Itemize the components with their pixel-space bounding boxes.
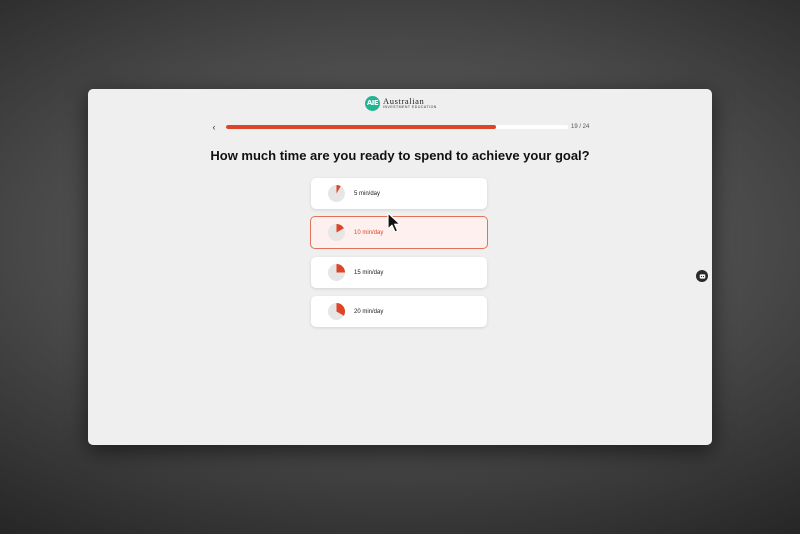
brand-logo: AIE Australian Investment Education xyxy=(365,94,437,112)
back-button[interactable]: ‹ xyxy=(209,121,219,133)
option-label: 20 min/day xyxy=(354,308,384,315)
progress-fill xyxy=(226,125,497,129)
pie-clock-icon xyxy=(328,303,345,320)
option-10-min[interactable]: 10 min/day xyxy=(310,216,488,249)
progress-bar xyxy=(226,125,568,129)
logo-title: Australian xyxy=(383,95,425,106)
pie-clock-icon xyxy=(328,224,345,241)
logo-badge: AIE xyxy=(365,95,380,111)
app-window: AIE Australian Investment Education ‹ 19… xyxy=(88,89,712,445)
pie-clock-icon xyxy=(328,264,345,281)
option-5-min[interactable]: 5 min/day xyxy=(311,178,487,209)
option-label: 5 min/day xyxy=(354,190,381,197)
option-label: 15 min/day xyxy=(354,269,384,276)
logo-subtitle: Investment Education xyxy=(383,105,437,109)
option-15-min[interactable]: 15 min/day xyxy=(311,257,487,288)
assistant-button[interactable] xyxy=(696,270,708,282)
pie-clock-icon xyxy=(328,185,345,202)
option-label: 10 min/day xyxy=(354,229,384,236)
chevron-left-icon: ‹ xyxy=(212,122,216,132)
logo-text: Australian Investment Education xyxy=(383,95,437,110)
question-title: How much time are you ready to spend to … xyxy=(210,148,590,163)
assistant-icon xyxy=(699,273,705,279)
progress-count: 19 / 24 xyxy=(571,124,590,130)
option-20-min[interactable]: 20 min/day xyxy=(311,296,487,327)
